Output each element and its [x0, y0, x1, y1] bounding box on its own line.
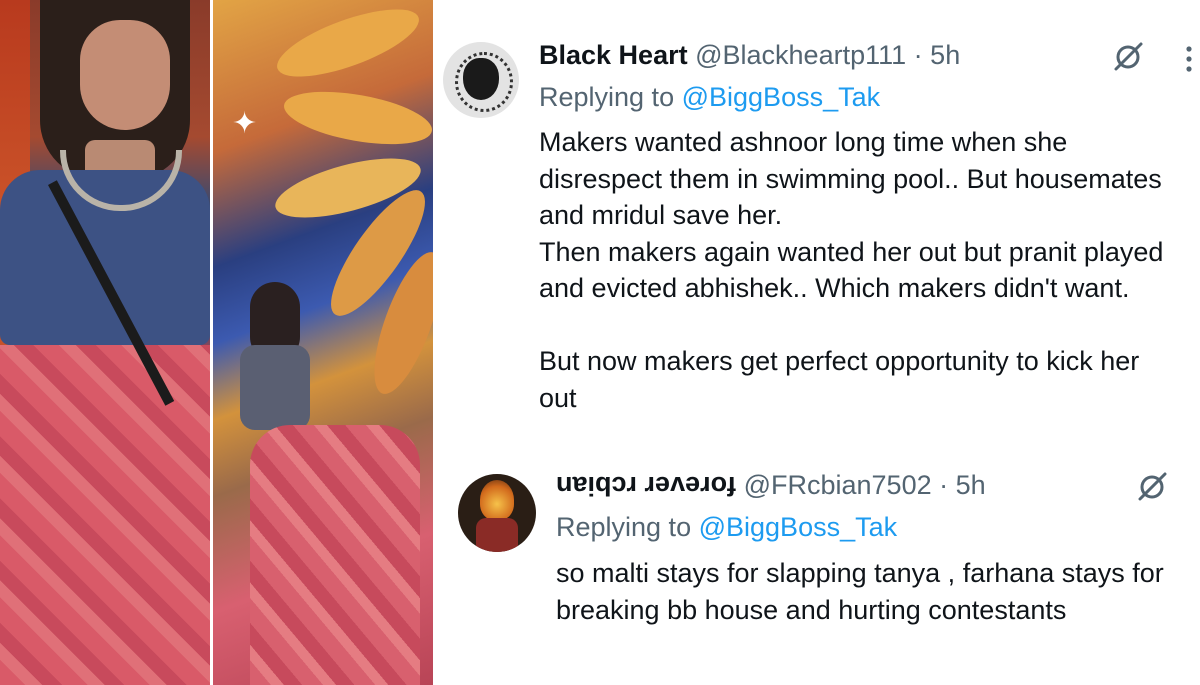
author-name[interactable]: forever rcbian — [556, 470, 736, 501]
tweet-text: Makers wanted ashnoor long time when she… — [539, 124, 1163, 416]
author-handle[interactable]: @Blackheartp111 — [695, 40, 906, 70]
tweet-line: breaking bb house and hurting contestant… — [556, 594, 1067, 625]
flame-icon — [480, 480, 514, 520]
grok-icon[interactable] — [1111, 40, 1145, 74]
more-icon[interactable] — [1184, 42, 1194, 76]
replying-label: Replying to — [556, 512, 692, 542]
tweet-header: forever rcbian @FRcbian7502 · 5h — [556, 470, 986, 501]
tweet-line: and mridul save her. — [539, 200, 783, 230]
replying-label: Replying to — [539, 82, 675, 112]
black-heart-icon — [463, 58, 499, 100]
grok-icon[interactable] — [1135, 470, 1169, 504]
tweet-header: Black Heart @Blackheartp111 · 5h — [539, 40, 960, 71]
mention-link[interactable]: @BiggBoss_Tak — [699, 512, 898, 542]
tweet-thread: Black Heart @Blackheartp111 · 5h Replyin… — [433, 0, 1200, 685]
tweet-line: and evicted abhishek.. Which makers didn… — [539, 273, 1130, 303]
tweet-line: disrespect them in swimming pool.. But h… — [539, 163, 1162, 194]
tweet-line — [539, 307, 1163, 344]
separator: · — [913, 40, 923, 70]
author-handle[interactable]: @FRcbian7502 — [744, 470, 932, 500]
tweet-line: Makers wanted ashnoor long time when she — [539, 127, 1068, 157]
avatar[interactable] — [443, 42, 519, 118]
replying-to: Replying to @BiggBoss_Tak — [556, 512, 897, 543]
mention-link[interactable]: @BiggBoss_Tak — [682, 82, 881, 112]
tweet-line: Then makers again wanted her out but pra… — [539, 236, 1164, 267]
tweet-line: so malti stays for slapping tanya , farh… — [556, 558, 1164, 588]
separator: · — [939, 470, 949, 500]
replying-to: Replying to @BiggBoss_Tak — [539, 82, 880, 113]
photo-collage: ✦ — [0, 0, 433, 685]
sparkle-icon: ✦ — [232, 107, 258, 140]
tweet-line: But now makers get perfect opportunity t… — [539, 346, 1140, 376]
avatar[interactable] — [458, 474, 536, 552]
timestamp[interactable]: 5h — [956, 470, 986, 500]
tweet-line: out — [539, 382, 577, 413]
tweet-text: so malti stays for slapping tanya , farh… — [556, 555, 1164, 628]
photo-woman-closeup — [0, 0, 210, 685]
timestamp[interactable]: 5h — [930, 40, 960, 70]
author-name[interactable]: Black Heart — [539, 40, 688, 70]
